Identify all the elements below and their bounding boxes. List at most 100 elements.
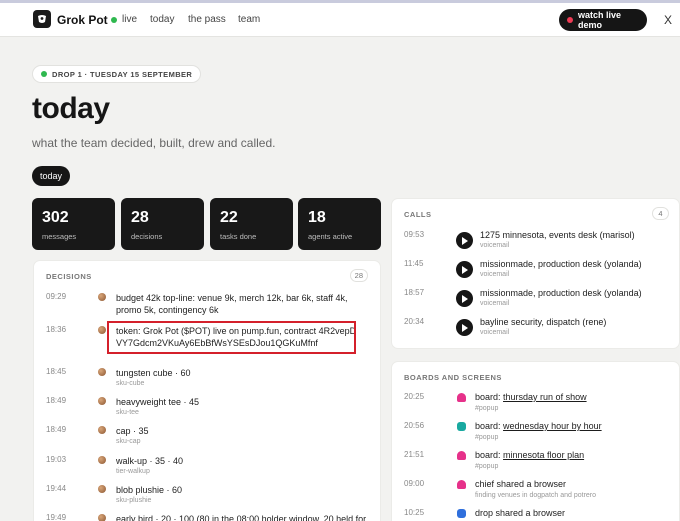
stat-messages: 302 messages xyxy=(32,198,115,250)
decision-time: 18:36 xyxy=(46,325,67,334)
decision-text: blob plushie · 60 xyxy=(116,485,183,495)
decision-text: heavyweight tee · 45 xyxy=(116,397,200,407)
decision-sku: sku-tee xyxy=(116,409,139,416)
call-type: voicemail xyxy=(480,329,510,336)
board-title: board: minnesota floor plan xyxy=(475,450,584,460)
calls-count-badge: 4 xyxy=(652,207,669,220)
stat-label: decisions xyxy=(131,232,163,241)
page-subtitle: what the team decided, built, drew and c… xyxy=(32,136,276,150)
nav-link-today[interactable]: today xyxy=(150,14,174,25)
decision-text: tungsten cube · 60 xyxy=(116,368,191,378)
stat-value: 22 xyxy=(220,209,238,226)
decision-time: 19:03 xyxy=(46,455,67,464)
board-prefix: board: xyxy=(475,392,504,402)
call-title: bayline security, dispatch (rene) xyxy=(480,317,607,327)
board-channel: #popup xyxy=(475,434,499,441)
decision-avatar-icon xyxy=(98,426,106,434)
board-channel: #popup xyxy=(475,405,499,412)
live-indicator[interactable]: live xyxy=(111,14,137,25)
board-link[interactable]: minnesota floor plan xyxy=(503,450,584,460)
board-time: 10:25 xyxy=(404,508,425,517)
decision-sku: sku-cap xyxy=(116,438,141,445)
today-filter-pill[interactable]: today xyxy=(32,166,71,186)
status-dot-icon xyxy=(41,71,47,77)
decision-time: 18:49 xyxy=(46,396,67,405)
highlight-annotation-box xyxy=(107,321,356,354)
decision-avatar-icon xyxy=(98,326,106,334)
decision-time: 09:29 xyxy=(46,292,67,301)
decision-avatar-icon xyxy=(98,397,106,405)
nav-link-the-pass[interactable]: the pass xyxy=(188,14,226,25)
decision-time: 18:49 xyxy=(46,425,67,434)
stat-decisions: 28 decisions xyxy=(121,198,204,250)
watch-live-demo-label: watch live demo xyxy=(577,10,621,30)
nav-link-team[interactable]: team xyxy=(238,14,260,25)
drop-date-chip: DROP 1 · TUESDAY 15 SEPTEMBER xyxy=(32,65,202,83)
decision-avatar-icon xyxy=(98,485,106,493)
board-channel: #popup xyxy=(475,463,499,470)
pink-flask-icon xyxy=(457,393,466,402)
call-type: voicemail xyxy=(480,271,510,278)
board-time: 20:56 xyxy=(404,421,425,430)
decisions-heading: DECISIONS xyxy=(46,272,92,281)
page-title: today xyxy=(32,92,110,125)
decision-sku: sku-cube xyxy=(116,380,145,387)
decision-text: walk-up · 35 · 40 xyxy=(116,456,184,466)
call-time: 18:57 xyxy=(404,288,425,297)
live-dot-icon xyxy=(111,16,117,23)
decision-avatar-icon xyxy=(98,456,106,464)
board-title: drop shared a browser xyxy=(475,508,566,518)
board-prefix: board: xyxy=(475,421,504,431)
boards-and-screens-card: BOARDS AND SCREENS 20:25 board: thursday… xyxy=(391,361,680,521)
top-navigation: Grok Pot live today the pass team watch … xyxy=(0,3,680,37)
brand-name[interactable]: Grok Pot xyxy=(57,13,108,27)
decision-text: early bird · 20 · 100 (80 in the 08:00 h… xyxy=(116,514,367,521)
board-channel: finding venues in dogpatch and potrero xyxy=(475,492,597,499)
call-title: missionmade, production desk (yolanda) xyxy=(480,288,642,298)
decision-avatar-icon xyxy=(98,293,106,301)
call-title: missionmade, production desk (yolanda) xyxy=(480,259,642,269)
grok-pot-logo-icon[interactable] xyxy=(33,10,51,28)
x-logo-icon[interactable]: X xyxy=(664,13,672,27)
stat-value: 28 xyxy=(131,209,149,226)
live-label: live xyxy=(122,14,138,25)
call-time: 11:45 xyxy=(404,259,424,268)
record-dot-icon xyxy=(567,17,573,23)
board-link[interactable]: wednesday hour by hour xyxy=(503,421,602,431)
decision-sku: sku-plushie xyxy=(116,497,152,504)
decision-text: budget 42k top-line: venue 9k, merch 12k… xyxy=(116,293,348,315)
pink-flask-icon xyxy=(457,480,466,489)
stat-label: tasks done xyxy=(220,232,257,241)
blue-square-icon xyxy=(457,509,466,518)
calls-card: CALLS 4 09:53 1275 minnesota, events des… xyxy=(391,198,680,349)
board-title: chief shared a browser xyxy=(475,479,567,489)
stat-label: agents active xyxy=(308,232,353,241)
calls-heading: CALLS xyxy=(404,210,432,219)
board-title: board: thursday run of show xyxy=(475,392,587,402)
call-time: 20:34 xyxy=(404,317,425,326)
call-time: 09:53 xyxy=(404,230,425,239)
decisions-card: DECISIONS 28 09:29 budget 42k top-line: … xyxy=(33,260,381,521)
drop-date-label: DROP 1 · TUESDAY 15 SEPTEMBER xyxy=(52,69,193,79)
play-icon[interactable] xyxy=(456,290,473,307)
decision-text: cap · 35 xyxy=(116,426,149,436)
watch-live-demo-button[interactable]: watch live demo xyxy=(559,9,647,31)
play-icon[interactable] xyxy=(456,261,473,278)
play-icon[interactable] xyxy=(456,319,473,336)
boards-heading: BOARDS AND SCREENS xyxy=(404,373,502,382)
call-type: voicemail xyxy=(480,300,510,307)
board-prefix: board: xyxy=(475,450,504,460)
decision-sku: tier-walkup xyxy=(116,468,150,475)
call-type: voicemail xyxy=(480,242,510,249)
decision-avatar-icon xyxy=(98,514,106,521)
decisions-count-badge: 28 xyxy=(349,269,368,282)
play-icon[interactable] xyxy=(456,232,473,249)
board-time: 09:00 xyxy=(404,479,425,488)
stat-agents-active: 18 agents active xyxy=(298,198,381,250)
pink-flask-icon xyxy=(457,451,466,460)
board-link[interactable]: thursday run of show xyxy=(503,392,587,402)
board-time: 20:25 xyxy=(404,392,425,401)
stat-tasks-done: 22 tasks done xyxy=(210,198,293,250)
board-title: board: wednesday hour by hour xyxy=(475,421,602,431)
stat-label: messages xyxy=(42,232,77,241)
